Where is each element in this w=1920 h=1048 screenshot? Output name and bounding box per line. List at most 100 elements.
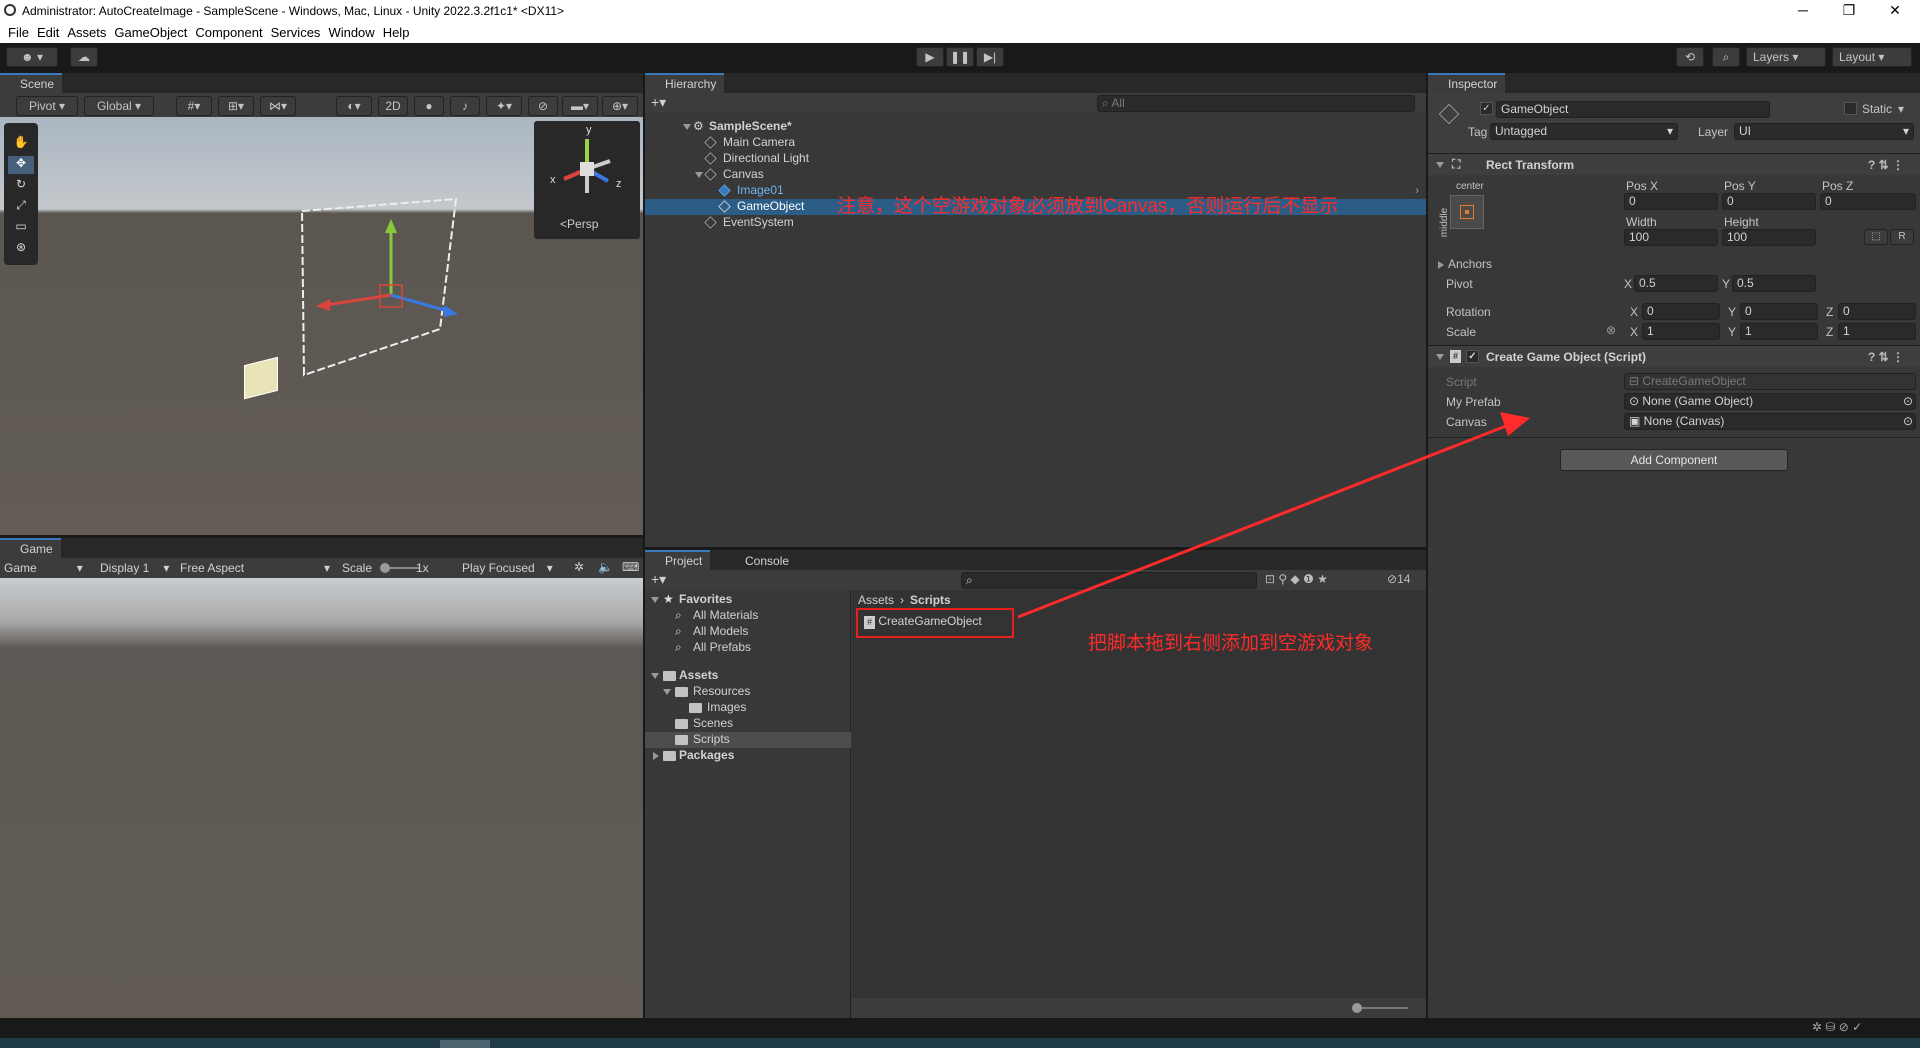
play-icon[interactable]: ▶ xyxy=(916,47,944,67)
camera-icon[interactable]: ▬▾ xyxy=(562,96,598,116)
object-picker-icon[interactable]: ⊙ xyxy=(1903,414,1913,429)
search-filter-icons[interactable]: ⊡ ⚲ ◆ ❶ ★ xyxy=(1265,572,1328,588)
orientation-gizmo[interactable]: y x z <Persp xyxy=(534,121,640,239)
component-menu-icons[interactable]: ? ⇅ ⋮ xyxy=(1868,350,1904,364)
tree-resources[interactable]: Resources xyxy=(645,684,851,700)
tab-hierarchy[interactable]: Hierarchy xyxy=(645,73,725,93)
tab-console[interactable]: Console xyxy=(725,550,798,570)
menu-window[interactable]: Window xyxy=(320,22,374,40)
tree-all-models[interactable]: ⌕ All Models xyxy=(645,624,851,640)
tab-project[interactable]: Project xyxy=(645,550,711,570)
height-input[interactable]: 100 xyxy=(1722,229,1816,246)
rotation-y-input[interactable]: 0 xyxy=(1740,303,1818,320)
menu-gameobject[interactable]: GameObject xyxy=(106,22,187,40)
active-checkbox[interactable]: ✓ xyxy=(1480,102,1493,115)
hierarchy-search-input[interactable]: ⌕ All xyxy=(1097,95,1415,112)
pivot-x-input[interactable]: 0.5 xyxy=(1634,275,1718,292)
component-menu-icons[interactable]: ? ⇅ ⋮ xyxy=(1868,158,1904,172)
pivot-dropdown[interactable]: Pivot ▾ xyxy=(16,96,78,116)
play-focused-dropdown[interactable]: Play Focused ▾ xyxy=(462,561,553,577)
mute-icon[interactable]: 🔈 xyxy=(598,560,613,576)
tree-all-materials[interactable]: ⌕ All Materials xyxy=(645,608,851,624)
stats-icon[interactable]: ✲ xyxy=(574,560,584,576)
move-tool-icon[interactable]: ✥ xyxy=(8,156,34,174)
menu-assets[interactable]: Assets xyxy=(59,22,106,40)
draw-mode-button[interactable]: ◐▾ xyxy=(336,96,372,116)
layout-dropdown[interactable]: Layout ▾ xyxy=(1832,47,1912,67)
script-component-header[interactable]: # ✓ Create Game Object (Script) ? ⇅ ⋮ xyxy=(1428,345,1920,367)
file-creategameobject[interactable]: # CreateGameObject xyxy=(864,614,982,630)
increment-snap-button[interactable]: ⋈▾ xyxy=(260,96,296,116)
display-dropdown[interactable]: Display 1 ▾ xyxy=(100,561,169,577)
object-name-input[interactable]: GameObject xyxy=(1496,101,1770,118)
tree-scenes[interactable]: Scenes xyxy=(645,716,851,732)
tag-dropdown[interactable]: Untagged ▾ xyxy=(1490,123,1678,140)
hidden-packages-icon[interactable]: ⊘14 xyxy=(1387,572,1410,588)
pivot-y-input[interactable]: 0.5 xyxy=(1732,275,1816,292)
status-icons[interactable]: ✲ ⛁ ⊘ ✓ xyxy=(1812,1020,1862,1034)
grid-button[interactable]: ⊞▾ xyxy=(218,96,254,116)
grid-snap-button[interactable]: #▾ xyxy=(176,96,212,116)
tree-assets[interactable]: Assets xyxy=(645,668,851,684)
breadcrumb-scripts[interactable]: Scripts xyxy=(910,593,951,607)
rotation-x-input[interactable]: 0 xyxy=(1642,303,1720,320)
rect-tool-icon[interactable]: ▭ xyxy=(8,219,34,237)
maximize-button[interactable]: ❐ xyxy=(1826,0,1872,22)
scale-tool-icon[interactable]: ⤢ xyxy=(8,198,34,216)
static-dropdown[interactable]: ▾ xyxy=(1898,102,1904,116)
icon-size-slider[interactable] xyxy=(1352,1003,1408,1013)
menu-services[interactable]: Services xyxy=(263,22,321,40)
menu-help[interactable]: Help xyxy=(375,22,410,40)
scale-slider[interactable] xyxy=(380,563,420,573)
tree-favorites[interactable]: ★ Favorites xyxy=(645,592,851,608)
chevron-right-icon[interactable]: › xyxy=(1415,183,1419,197)
posz-input[interactable]: 0 xyxy=(1820,193,1916,210)
tab-inspector[interactable]: Inspector xyxy=(1428,73,1506,93)
audio-icon[interactable]: ♪ xyxy=(450,96,480,116)
breadcrumb-assets[interactable]: Assets xyxy=(858,593,894,607)
add-component-button[interactable]: Add Component xyxy=(1560,449,1788,471)
minimize-button[interactable]: ─ xyxy=(1780,0,1826,22)
tab-game[interactable]: Game xyxy=(0,538,61,558)
raw-edit-button[interactable]: R xyxy=(1890,229,1914,245)
effects-button[interactable]: ✦▾ xyxy=(486,96,522,116)
layer-dropdown[interactable]: UI ▾ xyxy=(1734,123,1914,140)
tab-scene[interactable]: Scene xyxy=(0,73,63,93)
lighting-icon[interactable]: ● xyxy=(414,96,444,116)
taskbar-item[interactable] xyxy=(440,1040,490,1048)
pause-icon[interactable]: ❚❚ xyxy=(946,47,974,67)
scale-z-input[interactable]: 1 xyxy=(1838,323,1916,340)
layers-dropdown[interactable]: Layers ▾ xyxy=(1746,47,1826,67)
create-asset-icon[interactable]: +▾ xyxy=(651,571,666,587)
close-button[interactable]: ✕ xyxy=(1872,0,1918,22)
posy-input[interactable]: 0 xyxy=(1722,193,1816,210)
add-object-icon[interactable]: +▾ xyxy=(651,94,666,110)
game-viewport[interactable] xyxy=(0,578,643,1018)
static-checkbox[interactable] xyxy=(1844,102,1857,115)
menu-component[interactable]: Component xyxy=(187,22,262,40)
gizmos-button[interactable]: ⊕▾ xyxy=(602,96,638,116)
game-mode-dropdown[interactable]: Game ▾ xyxy=(4,561,83,577)
posx-input[interactable]: 0 xyxy=(1624,193,1718,210)
menu-edit[interactable]: Edit xyxy=(29,22,59,40)
rotation-z-input[interactable]: 0 xyxy=(1838,303,1916,320)
transform-tool-icon[interactable]: ⊛ xyxy=(8,240,34,258)
history-icon[interactable]: ⟲ xyxy=(1676,47,1704,67)
2d-toggle[interactable]: 2D xyxy=(378,96,408,116)
anchors-foldout[interactable]: Anchors xyxy=(1448,257,1492,271)
hand-tool-icon[interactable]: ✋ xyxy=(8,135,34,153)
scale-x-input[interactable]: 1 xyxy=(1642,323,1720,340)
scene-viewport[interactable]: ✋ ✥ ↻ ⤢ ▭ ⊛ y x z <Persp xyxy=(0,117,643,535)
cloud-icon[interactable]: ☁ xyxy=(70,47,98,67)
rotate-tool-icon[interactable]: ↻ xyxy=(8,177,34,195)
my-prefab-field[interactable]: ⊙ None (Game Object) ⊙ xyxy=(1624,393,1916,410)
anchor-preset-button[interactable] xyxy=(1450,195,1484,229)
aspect-dropdown[interactable]: Free Aspect ▾ xyxy=(180,561,330,577)
width-input[interactable]: 100 xyxy=(1624,229,1718,246)
persp-label[interactable]: <Persp xyxy=(560,217,598,231)
constrain-proportions-icon[interactable]: ⊗ xyxy=(1606,323,1616,337)
global-dropdown[interactable]: Global ▾ xyxy=(84,96,154,116)
object-picker-icon[interactable]: ⊙ xyxy=(1903,394,1913,409)
tree-scripts[interactable]: Scripts xyxy=(645,732,851,748)
hierarchy-item-main-camera[interactable]: Main Camera xyxy=(645,135,1426,151)
